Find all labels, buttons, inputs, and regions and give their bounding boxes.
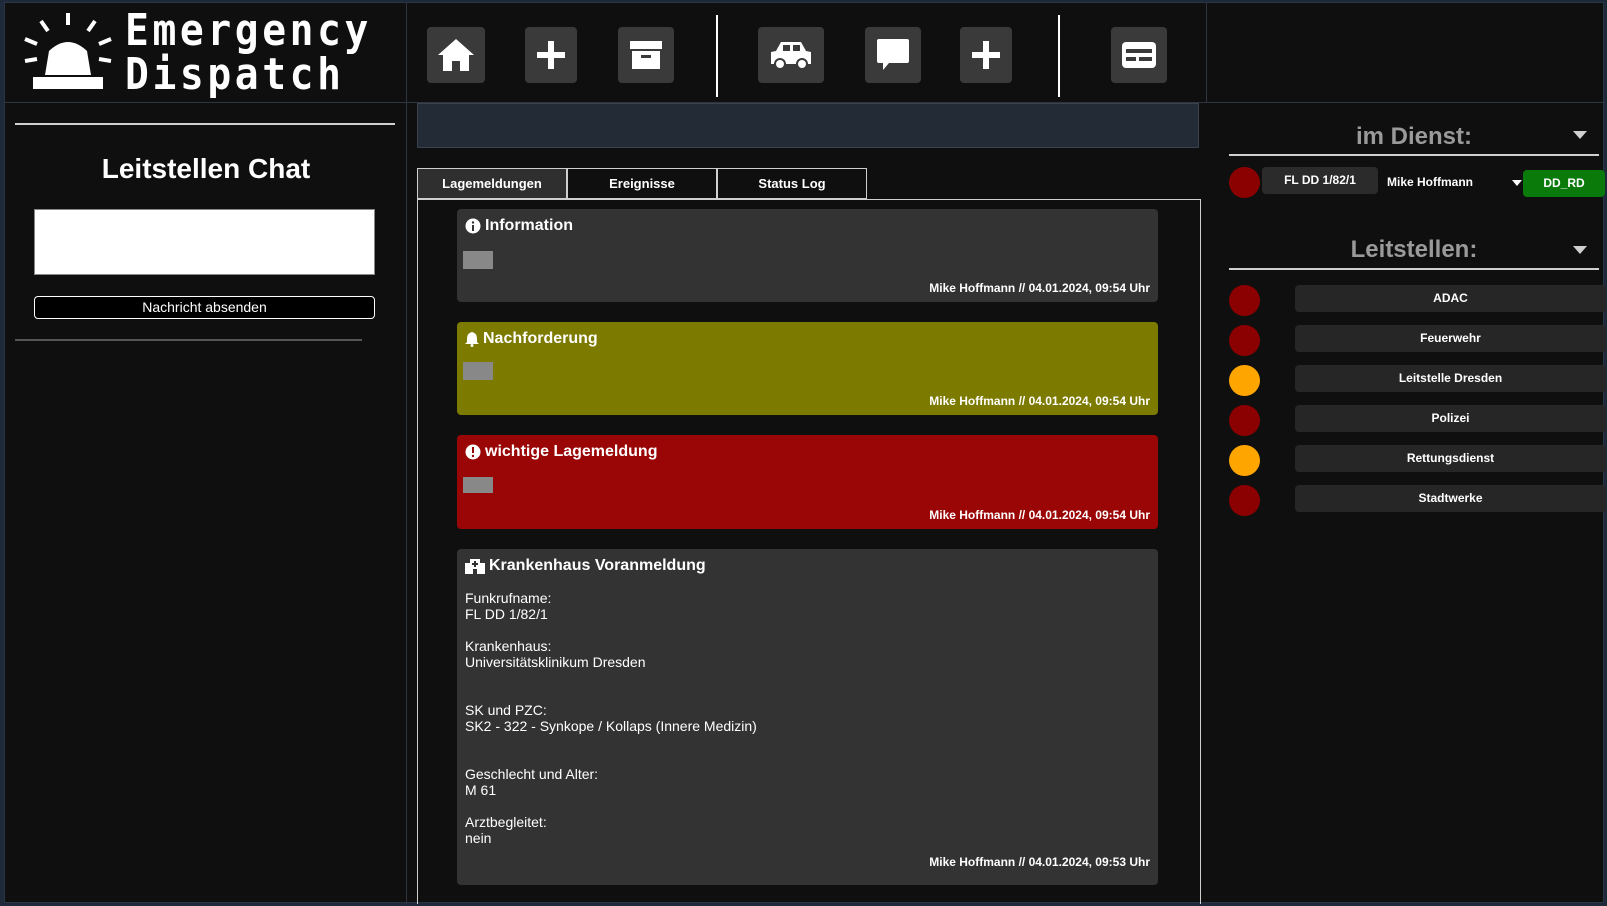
dispatch-center-stadtwerke[interactable]: Stadtwerke xyxy=(1295,485,1606,512)
field-value: SK2 - 322 - Synkope / Kollaps (Innere Me… xyxy=(465,718,757,734)
logo-line-1: Emergency xyxy=(125,5,372,56)
report-card-information: Information Mike Hoffmann // 04.01.2024,… xyxy=(457,209,1158,302)
card-title: wichtige Lagemeldung xyxy=(465,443,657,461)
tab-ereignisse[interactable]: Ereignisse xyxy=(567,168,717,199)
card-icon xyxy=(1122,42,1156,68)
dispatch-status-dot xyxy=(1229,405,1260,436)
card-content-placeholder xyxy=(463,477,493,493)
card-footer: Mike Hoffmann // 04.01.2024, 09:54 Uhr xyxy=(929,508,1150,522)
report-card-krankenhaus: Krankenhaus Voranmeldung Funkrufname: FL… xyxy=(457,549,1158,885)
feed-tabs: Lagemeldungen Ereignisse Status Log xyxy=(417,168,867,200)
field-sk-pzc: SK und PZC: SK2 - 322 - Synkope / Kollap… xyxy=(465,702,757,734)
chat-title: Leitstellen Chat xyxy=(101,153,311,184)
unit-person-select[interactable]: Mike Hoffmann xyxy=(1387,175,1473,189)
send-message-button[interactable]: Nachricht absenden xyxy=(34,296,375,319)
logo: Emergency Dispatch xyxy=(5,3,407,103)
dispatch-center-polizei[interactable]: Polizei xyxy=(1295,405,1606,432)
field-label: SK und PZC: xyxy=(465,702,547,718)
bell-icon xyxy=(465,332,479,347)
chevron-down-icon[interactable] xyxy=(1512,180,1522,186)
tab-lagemeldungen[interactable]: Lagemeldungen xyxy=(417,168,567,199)
field-geschlecht-alter: Geschlecht und Alter: M 61 xyxy=(465,766,757,798)
chat-panel: Leitstellen Chat Nachricht absenden xyxy=(5,103,407,904)
dispatch-center-rettungsdienst[interactable]: Rettungsdienst xyxy=(1295,445,1606,472)
chat-bubble-icon xyxy=(877,39,909,70)
dispatch-status-dot xyxy=(1229,325,1260,356)
field-value: Universitätsklinikum Dresden xyxy=(465,654,646,670)
card-content-placeholder xyxy=(463,362,493,380)
dispatch-center-leitstelle-dresden[interactable]: Leitstelle Dresden xyxy=(1295,365,1606,392)
add-message-button[interactable] xyxy=(960,27,1012,83)
dispatch-heading: Leitstellen: xyxy=(1350,236,1478,263)
toolbar-separator xyxy=(716,15,718,97)
siren-icon xyxy=(24,13,112,89)
dispatch-status-dot xyxy=(1229,445,1260,476)
header-right-area xyxy=(1207,3,1605,103)
card-title-text: wichtige Lagemeldung xyxy=(485,443,658,460)
divider xyxy=(15,123,395,125)
field-value: M 61 xyxy=(465,782,497,798)
plus-icon xyxy=(972,41,1000,69)
divider xyxy=(1229,154,1599,156)
toolbar xyxy=(407,3,1207,103)
field-funkrufname: Funkrufname: FL DD 1/82/1 xyxy=(465,590,757,622)
field-label: Krankenhaus: xyxy=(465,638,552,654)
card-footer: Mike Hoffmann // 04.01.2024, 09:53 Uhr xyxy=(929,855,1150,869)
messages-button[interactable] xyxy=(865,27,921,83)
exclamation-circle-icon xyxy=(465,444,481,460)
card-footer: Mike Hoffmann // 04.01.2024, 09:54 Uhr xyxy=(929,394,1150,408)
card-footer: Mike Hoffmann // 04.01.2024, 09:54 Uhr xyxy=(929,281,1150,295)
card-title-text: Nachforderung xyxy=(483,330,598,347)
vehicles-button[interactable] xyxy=(758,27,824,83)
home-button[interactable] xyxy=(427,27,485,83)
field-label: Geschlecht und Alter: xyxy=(465,766,599,782)
field-value: FL DD 1/82/1 xyxy=(465,606,548,622)
car-icon xyxy=(771,42,811,70)
dispatch-status-dot xyxy=(1229,365,1260,396)
report-card-wichtig: wichtige Lagemeldung Mike Hoffmann // 04… xyxy=(457,435,1158,529)
add-incident-button[interactable] xyxy=(525,27,577,83)
card-body: Funkrufname: FL DD 1/82/1 Krankenhaus: U… xyxy=(465,590,757,862)
unit-status-dot[interactable] xyxy=(1229,167,1260,198)
status-panel: im Dienst: FL DD 1/82/1 Mike Hoffmann DD… xyxy=(1207,103,1606,904)
card-content-placeholder xyxy=(463,251,493,269)
logo-text: Emergency Dispatch xyxy=(125,9,372,97)
on-duty-heading: im Dienst: xyxy=(1355,123,1472,150)
dispatch-status-dot xyxy=(1229,485,1260,516)
field-arztbegleitet: Arztbegleitet: nein xyxy=(465,814,757,846)
unit-org-badge: DD_RD xyxy=(1523,170,1605,197)
report-input[interactable] xyxy=(417,103,1199,148)
field-value: nein xyxy=(465,830,492,846)
hospital-icon xyxy=(465,559,485,574)
toolbar-separator xyxy=(1058,15,1060,97)
plus-icon xyxy=(537,41,565,69)
archive-icon xyxy=(630,41,662,69)
dispatch-center-feuerwehr[interactable]: Feuerwehr xyxy=(1295,325,1606,352)
info-circle-icon xyxy=(465,218,481,234)
app-frame: Emergency Dispatch Leitstellen Chat Nach… xyxy=(4,2,1606,904)
card-title: Nachforderung xyxy=(465,330,598,348)
home-icon xyxy=(438,39,474,71)
chevron-down-icon[interactable] xyxy=(1573,246,1587,254)
report-feed[interactable]: Information Mike Hoffmann // 04.01.2024,… xyxy=(417,199,1201,904)
logo-line-2: Dispatch xyxy=(125,49,345,100)
dispatch-center-adac[interactable]: ADAC xyxy=(1295,285,1606,312)
card-title-text: Information xyxy=(485,217,573,234)
dispatch-status-dot xyxy=(1229,285,1260,316)
divider xyxy=(15,339,362,341)
card-title-text: Krankenhaus Voranmeldung xyxy=(489,557,706,574)
tab-status-log[interactable]: Status Log xyxy=(717,168,867,199)
card-title: Information xyxy=(465,217,573,235)
field-krankenhaus: Krankenhaus: Universitätsklinikum Dresde… xyxy=(465,638,757,670)
card-button[interactable] xyxy=(1111,27,1167,83)
chat-message-input[interactable] xyxy=(34,209,375,275)
chevron-down-icon[interactable] xyxy=(1573,131,1587,139)
field-label: Funkrufname: xyxy=(465,590,552,606)
report-card-nachforderung: Nachforderung Mike Hoffmann // 04.01.202… xyxy=(457,322,1158,415)
unit-call-sign[interactable]: FL DD 1/82/1 xyxy=(1262,167,1378,194)
field-label: Arztbegleitet: xyxy=(465,814,547,830)
divider xyxy=(1229,268,1599,270)
archive-button[interactable] xyxy=(618,27,674,83)
card-title: Krankenhaus Voranmeldung xyxy=(465,557,706,575)
